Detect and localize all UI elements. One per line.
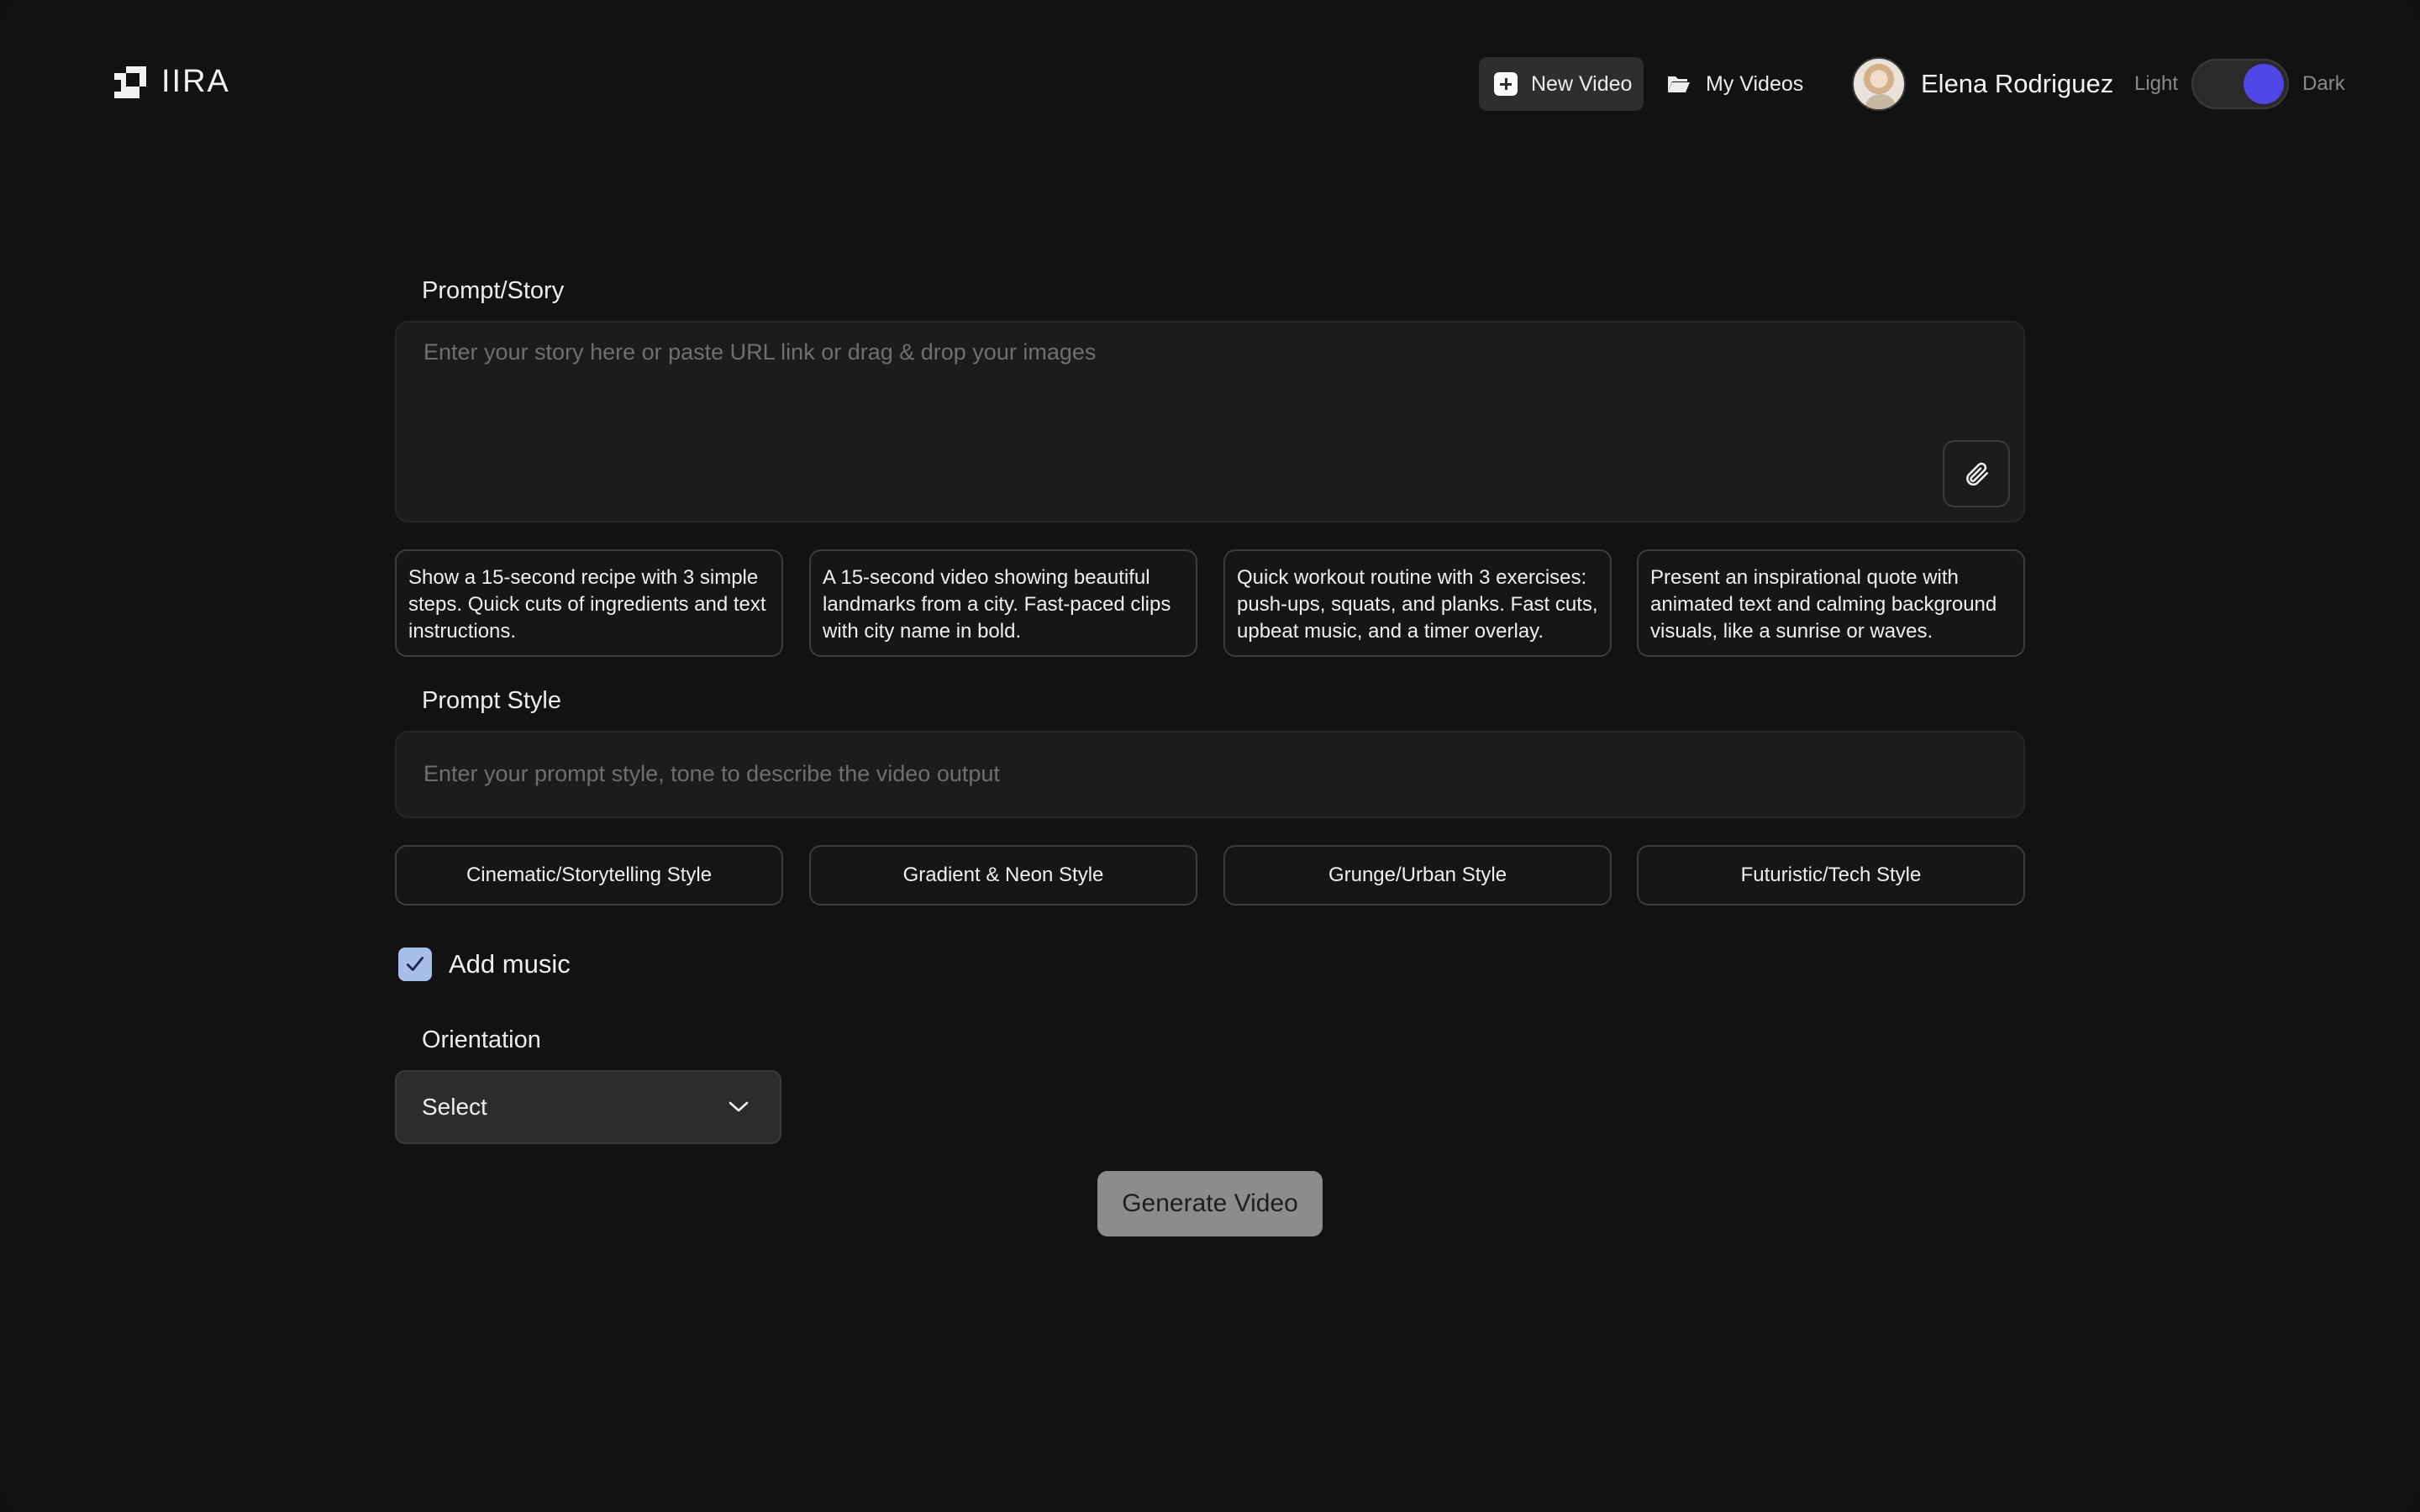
prompt-story-label: Prompt/Story — [422, 277, 565, 304]
orientation-label: Orientation — [422, 1026, 541, 1053]
user-name: Elena Rodriguez — [1921, 69, 2114, 98]
suggestion-card-landmarks[interactable]: A 15-second video showing beautiful land… — [809, 549, 1197, 657]
new-video-button[interactable]: New Video — [1479, 57, 1644, 111]
logo-icon — [114, 66, 146, 98]
paperclip-icon — [1966, 462, 1989, 486]
prompt-style-label: Prompt Style — [422, 687, 561, 714]
style-chip-futuristic-tech[interactable]: Futuristic/Tech Style — [1637, 845, 2025, 906]
orientation-value: Select — [422, 1094, 487, 1120]
prompt-style-input[interactable]: Enter your prompt style, tone to describ… — [395, 731, 2025, 818]
suggestion-card-workout[interactable]: Quick workout routine with 3 exercises: … — [1223, 549, 1612, 657]
attach-button[interactable] — [1943, 440, 2010, 507]
add-music-checkbox[interactable]: Add music — [398, 948, 571, 981]
chevron-down-icon — [729, 1101, 749, 1112]
dark-label: Dark — [2302, 72, 2345, 95]
theme-toggle[interactable] — [2191, 59, 2290, 109]
avatar — [1852, 57, 1906, 111]
generate-video-button[interactable]: Generate Video — [1097, 1171, 1323, 1236]
prompt-placeholder: Enter your story here or paste URL link … — [424, 339, 1097, 365]
style-chip-grunge-urban[interactable]: Grunge/Urban Style — [1223, 845, 1612, 906]
app-window: IIRA New Video My Videos Elena Rodriguez… — [0, 0, 2420, 1512]
style-chip-cinematic[interactable]: Cinematic/Storytelling Style — [395, 845, 783, 906]
my-videos-link[interactable]: My Videos — [1667, 57, 1803, 111]
brand-logo[interactable]: IIRA — [113, 64, 230, 100]
add-music-label: Add music — [449, 949, 571, 979]
prompt-story-input[interactable]: Enter your story here or paste URL link … — [395, 321, 2025, 522]
suggestion-card-recipe[interactable]: Show a 15-second recipe with 3 simple st… — [395, 549, 783, 657]
toggle-knob — [2244, 64, 2285, 104]
checkmark-icon — [406, 957, 424, 971]
prompt-style-placeholder: Enter your prompt style, tone to describ… — [424, 761, 1000, 786]
theme-switcher: Light Dark — [2134, 57, 2345, 111]
my-videos-label: My Videos — [1706, 71, 1804, 96]
light-label: Light — [2134, 72, 2179, 95]
new-video-label: New Video — [1531, 71, 1633, 96]
checkbox[interactable] — [398, 948, 432, 981]
folder-open-icon — [1668, 76, 1690, 92]
orientation-select[interactable]: Select — [395, 1070, 781, 1144]
brand-name: IIRA — [161, 64, 230, 99]
plus-square-icon — [1494, 72, 1518, 96]
suggestion-card-quote[interactable]: Present an inspirational quote with anim… — [1637, 549, 2025, 657]
style-chip-gradient-neon[interactable]: Gradient & Neon Style — [809, 845, 1197, 906]
user-profile[interactable]: Elena Rodriguez — [1852, 57, 2113, 111]
